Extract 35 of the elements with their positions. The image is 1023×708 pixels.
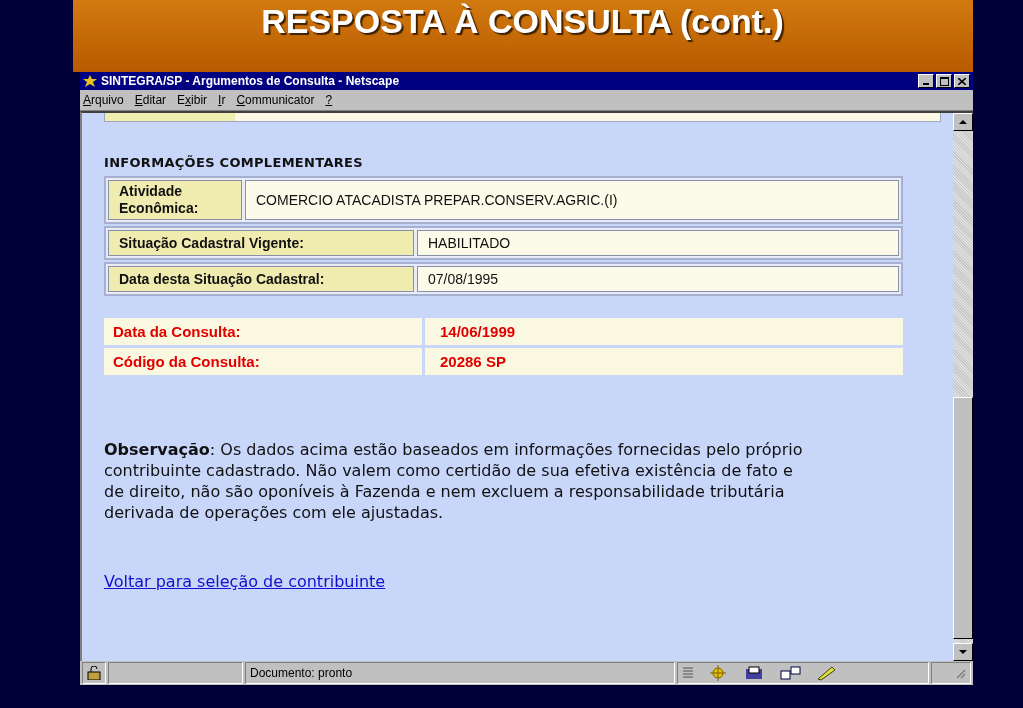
table-label: Código da Consulta:	[104, 348, 422, 375]
scroll-up-button[interactable]	[953, 113, 973, 131]
minimize-button[interactable]	[918, 74, 934, 88]
chat-icon[interactable]	[780, 665, 802, 681]
observation-text: Observação: Os dados acima estão baseados em informações fornecidas pelo próprio contribuinte cadastrado. Não valem como certidão de sua efetiva existência de fato e de direito, não são oponíveis à Fazenda e nem excluem a responsabilidade tributária derivada de operações com ele ajustadas.	[104, 439, 804, 523]
table-cell: COMERCIO ATACADISTA PREPAR.CONSERV.AGRIC.(I)	[245, 180, 899, 220]
table-label: Situação Cadastral Vigente:	[108, 230, 414, 256]
menu-item[interactable]: Communicator	[236, 93, 315, 107]
scroll-down-button[interactable]	[953, 643, 973, 661]
table-cell: 20286 SP	[425, 348, 903, 375]
menu-item[interactable]: ?	[325, 93, 333, 107]
window-title: SINTEGRA/SP - Argumentos de Consulta - Netscape	[101, 74, 401, 88]
scrollbar[interactable]	[953, 113, 973, 661]
close-icon	[958, 77, 966, 85]
lock-icon[interactable]	[87, 666, 101, 680]
scroll-thumb[interactable]	[953, 397, 973, 639]
table-cell: 07/08/1995	[417, 266, 899, 292]
close-button[interactable]	[954, 74, 970, 88]
star-icon	[83, 75, 97, 87]
table-label: Data desta Situação Cadastral:	[108, 266, 414, 292]
back-link[interactable]: Voltar para seleção de contribuinte	[104, 572, 386, 591]
maximize-button[interactable]	[936, 74, 952, 88]
table-cell: HABILITADO	[417, 230, 899, 256]
menu-item[interactable]: Ir	[218, 93, 226, 107]
menu-item[interactable]: Editar	[134, 93, 167, 107]
resize-grip-icon[interactable]	[954, 667, 966, 679]
menu-item[interactable]: Exibir	[177, 93, 208, 107]
table-label: Atividade Econômica:	[108, 180, 242, 220]
slide-title: RESPOSTA À CONSULTA (cont.)	[261, 2, 784, 41]
menu-item[interactable]: Arquivo	[83, 93, 124, 107]
table-label: Data da Consulta:	[104, 318, 422, 345]
status-text: Documento: pronto	[250, 666, 353, 680]
section-heading: INFORMAÇÕES COMPLEMENTARES	[104, 155, 364, 170]
table-cell: 14/06/1999	[425, 318, 903, 345]
pen-icon[interactable]	[816, 665, 838, 681]
